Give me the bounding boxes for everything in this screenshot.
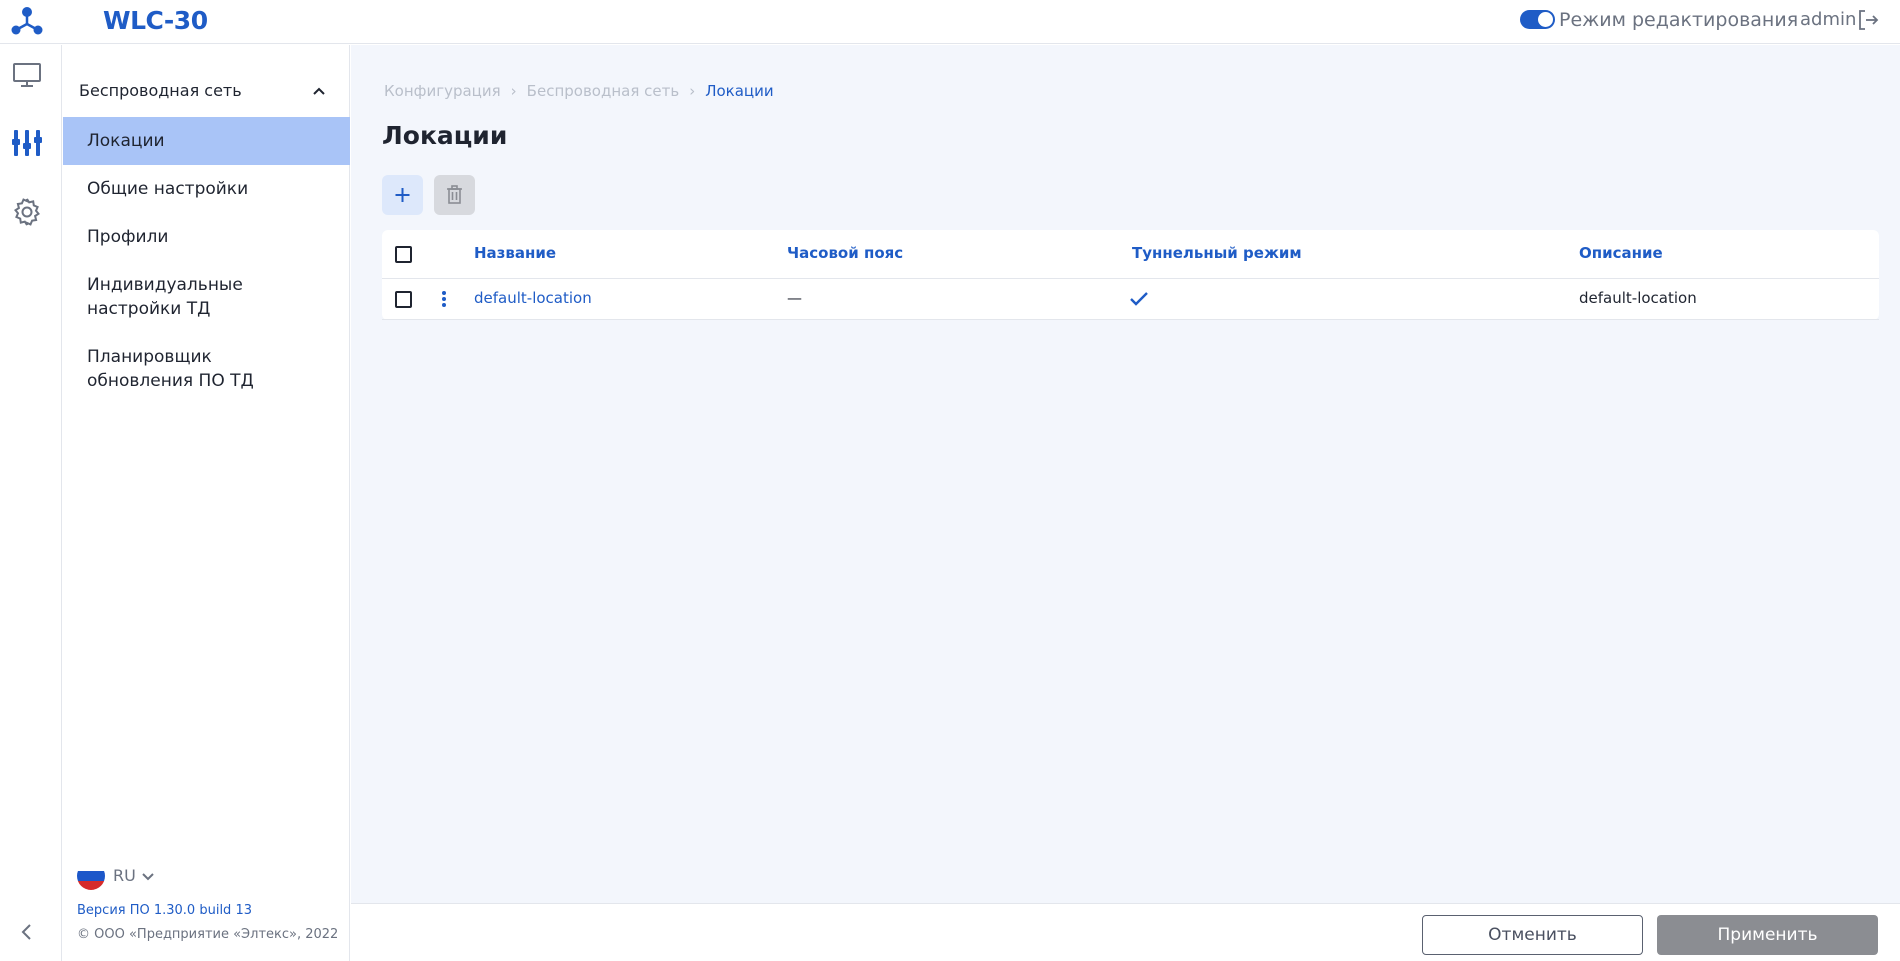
locations-table: Название Часовой пояс Туннельный режим О…	[382, 230, 1879, 320]
column-header-tunnel-mode[interactable]: Туннельный режим	[1132, 244, 1302, 262]
trash-icon	[447, 185, 462, 204]
chevron-right-icon: ›	[510, 82, 517, 100]
description-cell: default-location	[1579, 289, 1697, 307]
add-button[interactable]	[382, 175, 423, 215]
checkmark-icon	[1130, 292, 1148, 306]
edit-mode-label: Режим редактирования	[1559, 9, 1799, 31]
sidebar-section-header[interactable]: Беспроводная сеть	[63, 75, 350, 107]
select-all-checkbox[interactable]	[395, 246, 412, 263]
top-bar: WLC-30 Режим редактирования admin	[0, 0, 1900, 44]
app-title: WLC-30	[103, 6, 208, 35]
sidebar-item-profiles[interactable]: Профили	[63, 213, 350, 261]
sidebar-item-locations[interactable]: Локации	[63, 117, 350, 165]
user-name[interactable]: admin	[1800, 9, 1856, 30]
column-header-timezone[interactable]: Часовой пояс	[787, 244, 903, 262]
page-title: Локации	[382, 121, 508, 150]
language-code: RU	[113, 866, 136, 885]
configuration-sliders-icon[interactable]	[11, 127, 43, 159]
toggle-knob	[1538, 12, 1553, 27]
breadcrumb: Конфигурация › Беспроводная сеть › Локации	[384, 82, 774, 100]
table-row[interactable]: default-location — default-location	[382, 279, 1879, 320]
footer-bar: Отменить Применить	[351, 903, 1900, 961]
monitor-icon[interactable]	[11, 59, 43, 91]
column-header-name[interactable]: Название	[474, 244, 556, 262]
main-content: Конфигурация › Беспроводная сеть › Локации Л…	[351, 45, 1900, 903]
sidebar-item-ap-firmware-scheduler[interactable]: Планировщик обновления ПО ТД	[63, 333, 263, 405]
chevron-down-icon	[142, 873, 154, 881]
chevron-up-icon	[313, 87, 325, 95]
russia-flag-icon	[77, 862, 105, 890]
sidebar-item-general-settings[interactable]: Общие настройки	[63, 165, 350, 213]
cancel-button[interactable]: Отменить	[1422, 915, 1643, 955]
sidebar-item-individual-ap-settings[interactable]: Индивидуальные настройки ТД	[63, 261, 263, 333]
logout-icon[interactable]	[1856, 8, 1880, 32]
sidebar-item-label: Профили	[87, 227, 169, 247]
firmware-version[interactable]: Версия ПО 1.30.0 build 13	[77, 903, 252, 918]
gear-icon[interactable]	[11, 196, 43, 228]
sidebar-item-label: Планировщик обновления ПО ТД	[87, 347, 254, 391]
sidebar: Беспроводная сеть Локации Общие настройк…	[63, 45, 350, 961]
copyright: © ООО «Предприятие «Элтекс», 2022	[77, 927, 339, 942]
location-name-link[interactable]: default-location	[474, 289, 592, 307]
kebab-menu-icon[interactable]	[438, 289, 450, 309]
sidebar-item-label: Индивидуальные настройки ТД	[87, 275, 243, 319]
breadcrumb-current: Локации	[705, 82, 774, 100]
table-header: Название Часовой пояс Туннельный режим О…	[382, 230, 1879, 279]
apply-button[interactable]: Применить	[1657, 915, 1878, 955]
icon-rail	[0, 45, 62, 961]
breadcrumb-item[interactable]: Беспроводная сеть	[527, 82, 680, 100]
column-header-description[interactable]: Описание	[1579, 244, 1663, 262]
chevron-right-icon: ›	[689, 82, 696, 100]
collapse-sidebar-icon[interactable]	[16, 921, 38, 943]
breadcrumb-item[interactable]: Конфигурация	[384, 82, 501, 100]
row-checkbox[interactable]	[395, 291, 412, 308]
sidebar-item-label: Локации	[87, 131, 165, 151]
plus-icon	[395, 188, 410, 202]
edit-mode-toggle[interactable]	[1520, 10, 1555, 29]
delete-button[interactable]	[434, 175, 475, 215]
timezone-cell: —	[787, 289, 802, 307]
sidebar-item-label: Общие настройки	[87, 179, 249, 199]
sidebar-section-title: Беспроводная сеть	[79, 81, 242, 100]
logo-icon[interactable]	[10, 4, 44, 36]
